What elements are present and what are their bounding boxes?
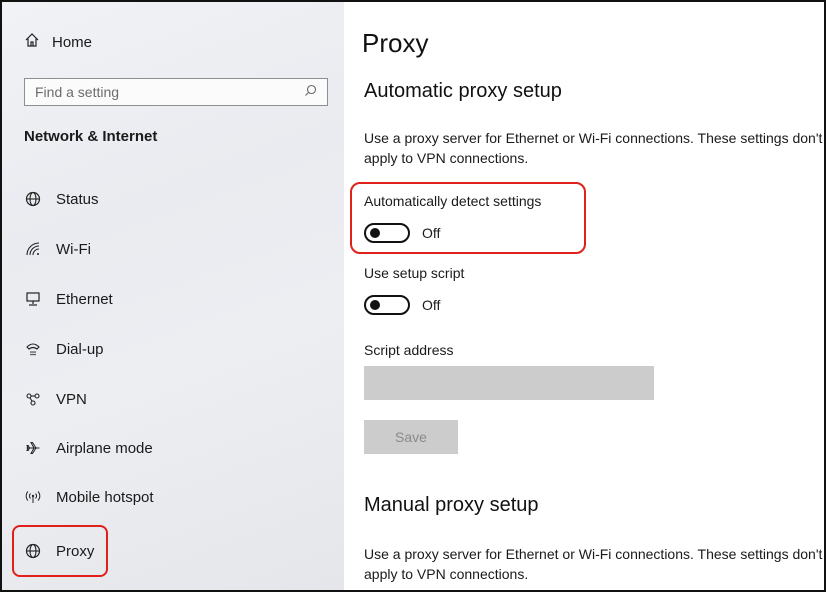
section-title: Network & Internet <box>24 128 158 145</box>
auto-detect-highlight-box <box>350 182 586 254</box>
manual-proxy-description: Use a proxy server for Ethernet or Wi-Fi… <box>364 546 823 582</box>
sidebar: Home Find a setting Network & Internet S… <box>2 2 344 590</box>
script-address-input[interactable] <box>364 366 654 400</box>
sidebar-item-label: VPN <box>56 390 87 408</box>
proxy-highlight-box <box>12 525 108 577</box>
sidebar-item-mobile-hotspot[interactable]: Mobile hotspot <box>24 483 154 511</box>
globe-status-icon <box>24 190 42 208</box>
vpn-icon <box>24 390 42 408</box>
sidebar-item-label: Dial-up <box>56 340 104 358</box>
home-icon <box>24 32 40 52</box>
toggle-knob <box>370 300 380 310</box>
sidebar-item-ethernet[interactable]: Ethernet <box>24 285 113 313</box>
script-address-label: Script address <box>364 342 454 358</box>
search-input[interactable]: Find a setting <box>24 78 328 106</box>
setup-script-state: Off <box>422 297 441 313</box>
setup-script-toggle[interactable] <box>364 295 410 315</box>
airplane-icon <box>24 439 42 457</box>
setup-script-label: Use setup script <box>364 265 465 281</box>
home-nav[interactable]: Home <box>24 30 92 54</box>
sidebar-item-vpn[interactable]: VPN <box>24 385 87 413</box>
manual-proxy-heading: Manual proxy setup <box>364 494 539 516</box>
sidebar-item-airplane-mode[interactable]: Airplane mode <box>24 434 153 462</box>
auto-proxy-description: Use a proxy server for Ethernet or Wi-Fi… <box>364 130 823 166</box>
wifi-icon <box>24 240 42 258</box>
sidebar-item-wifi[interactable]: Wi-Fi <box>24 235 91 263</box>
sidebar-item-dialup[interactable]: Dial-up <box>24 335 104 363</box>
ethernet-icon <box>24 290 42 308</box>
main-content: Proxy Automatic proxy setup Use a proxy … <box>344 2 824 590</box>
sidebar-item-status[interactable]: Status <box>24 185 99 213</box>
hotspot-icon <box>24 488 42 506</box>
search-placeholder: Find a setting <box>35 84 120 100</box>
sidebar-item-label: Airplane mode <box>56 439 153 457</box>
sidebar-item-label: Ethernet <box>56 290 113 308</box>
sidebar-item-label: Status <box>56 190 99 208</box>
search-icon[interactable] <box>304 84 317 100</box>
dialup-icon <box>24 340 42 358</box>
settings-window: Home Find a setting Network & Internet S… <box>0 0 826 592</box>
save-button[interactable]: Save <box>364 420 458 454</box>
auto-proxy-heading: Automatic proxy setup <box>364 80 562 102</box>
setup-script-toggle-row: Off <box>364 294 440 316</box>
sidebar-item-label: Mobile hotspot <box>56 488 154 506</box>
sidebar-item-label: Wi-Fi <box>56 240 91 258</box>
page-title: Proxy <box>362 28 429 58</box>
home-label: Home <box>52 33 93 51</box>
